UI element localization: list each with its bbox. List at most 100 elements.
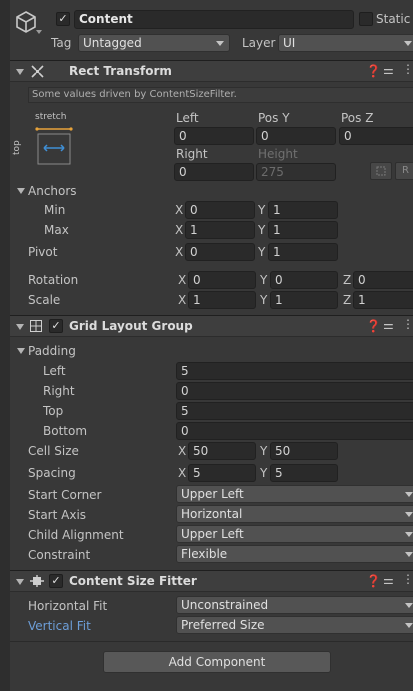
- presets-icon[interactable]: ⚌: [383, 573, 394, 587]
- foldout-arrow-icon[interactable]: [16, 69, 24, 75]
- height-label: Height: [258, 147, 298, 161]
- padding-bottom-field[interactable]: 0: [176, 422, 413, 440]
- posz-field[interactable]: 0: [339, 127, 413, 145]
- chevron-down-icon: [216, 41, 224, 46]
- right-label: Right: [176, 147, 208, 161]
- blueprint-mode-button[interactable]: [370, 162, 392, 180]
- padding-top-field[interactable]: 5: [176, 402, 413, 420]
- anchor-preset-v-label: top: [12, 140, 22, 155]
- anchors-label: Anchors: [28, 184, 77, 198]
- anchors-foldout-icon[interactable]: [17, 188, 25, 194]
- padding-label: Padding: [28, 344, 76, 358]
- context-menu-icon[interactable]: ⋮: [402, 572, 413, 586]
- layer-dropdown[interactable]: UI: [278, 34, 413, 52]
- scale-z-field[interactable]: 1: [353, 291, 413, 309]
- horizontal-fit-dropdown[interactable]: Unconstrained: [176, 596, 413, 614]
- content-size-fitter-title: Content Size Fitter: [69, 574, 197, 588]
- pivot-y-field[interactable]: 1: [268, 243, 338, 261]
- left-gutter: [0, 0, 10, 691]
- chevron-down-icon: [405, 603, 413, 608]
- presets-icon[interactable]: ⚌: [383, 63, 394, 77]
- grid-layout-icon: [30, 320, 42, 332]
- rotation-label: Rotation: [28, 273, 79, 287]
- tag-dropdown[interactable]: Untagged: [78, 34, 230, 52]
- padding-foldout-icon[interactable]: [17, 348, 25, 354]
- scale-x-field[interactable]: 1: [188, 291, 256, 309]
- help-icon[interactable]: ❓: [366, 319, 381, 333]
- help-icon[interactable]: ❓: [366, 574, 381, 588]
- min-label: Min: [44, 203, 66, 217]
- posz-label: Pos Z: [341, 111, 374, 125]
- max-x-field[interactable]: 1: [185, 221, 255, 239]
- layer-value: UI: [283, 36, 296, 50]
- spacing-label: Spacing: [28, 466, 76, 480]
- active-checkbox[interactable]: ✓: [56, 12, 70, 26]
- grid-layout-enabled-checkbox[interactable]: ✓: [49, 319, 63, 333]
- object-name-field[interactable]: Content: [74, 10, 354, 29]
- driven-values-notice: Some values driven by ContentSizeFilter.: [28, 87, 413, 103]
- add-component-button[interactable]: Add Component: [103, 651, 331, 673]
- child-alignment-dropdown[interactable]: Upper Left: [176, 525, 413, 543]
- tag-value: Untagged: [83, 36, 142, 50]
- cell-size-label: Cell Size: [28, 444, 79, 458]
- rect-transform-title: Rect Transform: [69, 64, 172, 78]
- scale-y-label: Y: [260, 293, 268, 307]
- min-y-field[interactable]: 1: [268, 201, 338, 219]
- cell-x-field[interactable]: 50: [188, 442, 256, 460]
- presets-icon[interactable]: ⚌: [383, 318, 394, 332]
- anchor-preset-button[interactable]: [34, 126, 74, 166]
- foldout-arrow-icon[interactable]: [16, 579, 24, 585]
- chevron-down-icon: [404, 41, 412, 46]
- rot-y-field[interactable]: 0: [270, 271, 338, 289]
- padding-right-field[interactable]: 0: [176, 382, 413, 400]
- anchor-preset-h-label: stretch: [35, 112, 67, 122]
- left-field[interactable]: 0: [174, 127, 254, 145]
- start-axis-dropdown[interactable]: Horizontal: [176, 505, 413, 523]
- context-menu-icon[interactable]: ⋮: [402, 62, 413, 76]
- rect-transform-header[interactable]: Rect Transform ❓ ⚌ ⋮: [10, 60, 413, 82]
- static-label: Static: [376, 12, 411, 26]
- grid-layout-header[interactable]: ✓ Grid Layout Group ❓ ⚌ ⋮: [10, 315, 413, 337]
- gameobject-icon: [14, 10, 38, 34]
- chevron-down-icon: [405, 552, 413, 557]
- constraint-dropdown[interactable]: Flexible: [176, 545, 413, 563]
- chevron-down-icon: [405, 623, 413, 628]
- padding-bottom-label: Bottom: [43, 424, 88, 438]
- pivot-x-label: X: [175, 245, 184, 259]
- pivot-x-field[interactable]: 0: [185, 243, 255, 261]
- content-size-fitter-enabled-checkbox[interactable]: ✓: [49, 574, 63, 588]
- height-field: 275: [256, 163, 336, 181]
- grid-layout-title: Grid Layout Group: [69, 319, 193, 333]
- start-corner-value: Upper Left: [181, 487, 244, 501]
- cell-y-field[interactable]: 50: [270, 442, 338, 460]
- child-alignment-label: Child Alignment: [28, 528, 124, 542]
- help-icon[interactable]: ❓: [366, 64, 381, 78]
- min-x-field[interactable]: 0: [185, 201, 255, 219]
- posy-field[interactable]: 0: [256, 127, 336, 145]
- start-corner-dropdown[interactable]: Upper Left: [176, 485, 413, 503]
- posy-label: Pos Y: [258, 111, 290, 125]
- min-x-label: X: [175, 203, 184, 217]
- spacing-y-field[interactable]: 5: [270, 464, 338, 482]
- scale-y-field[interactable]: 1: [270, 291, 338, 309]
- scale-z-label: Z: [343, 293, 352, 307]
- tag-label: Tag: [51, 36, 72, 50]
- icon-dropdown-icon[interactable]: [36, 30, 42, 34]
- chevron-down-icon: [405, 532, 413, 537]
- rot-x-field[interactable]: 0: [188, 271, 256, 289]
- context-menu-icon[interactable]: ⋮: [402, 317, 413, 331]
- padding-left-field[interactable]: 5: [176, 362, 413, 380]
- spacing-x-field[interactable]: 5: [188, 464, 256, 482]
- vertical-fit-dropdown[interactable]: Preferred Size: [176, 616, 413, 634]
- vertical-fit-label: Vertical Fit: [28, 619, 91, 633]
- rot-z-field[interactable]: 0: [353, 271, 413, 289]
- padding-right-label: Right: [43, 384, 75, 398]
- right-field[interactable]: 0: [174, 163, 254, 181]
- start-axis-label: Start Axis: [28, 508, 87, 522]
- content-size-fitter-header[interactable]: ✓ Content Size Fitter ❓ ⚌ ⋮: [10, 570, 413, 592]
- raw-edit-button[interactable]: R: [395, 162, 413, 180]
- cell-y-label: Y: [260, 444, 268, 458]
- max-y-field[interactable]: 1: [268, 221, 338, 239]
- foldout-arrow-icon[interactable]: [16, 324, 24, 330]
- static-checkbox[interactable]: [359, 12, 373, 26]
